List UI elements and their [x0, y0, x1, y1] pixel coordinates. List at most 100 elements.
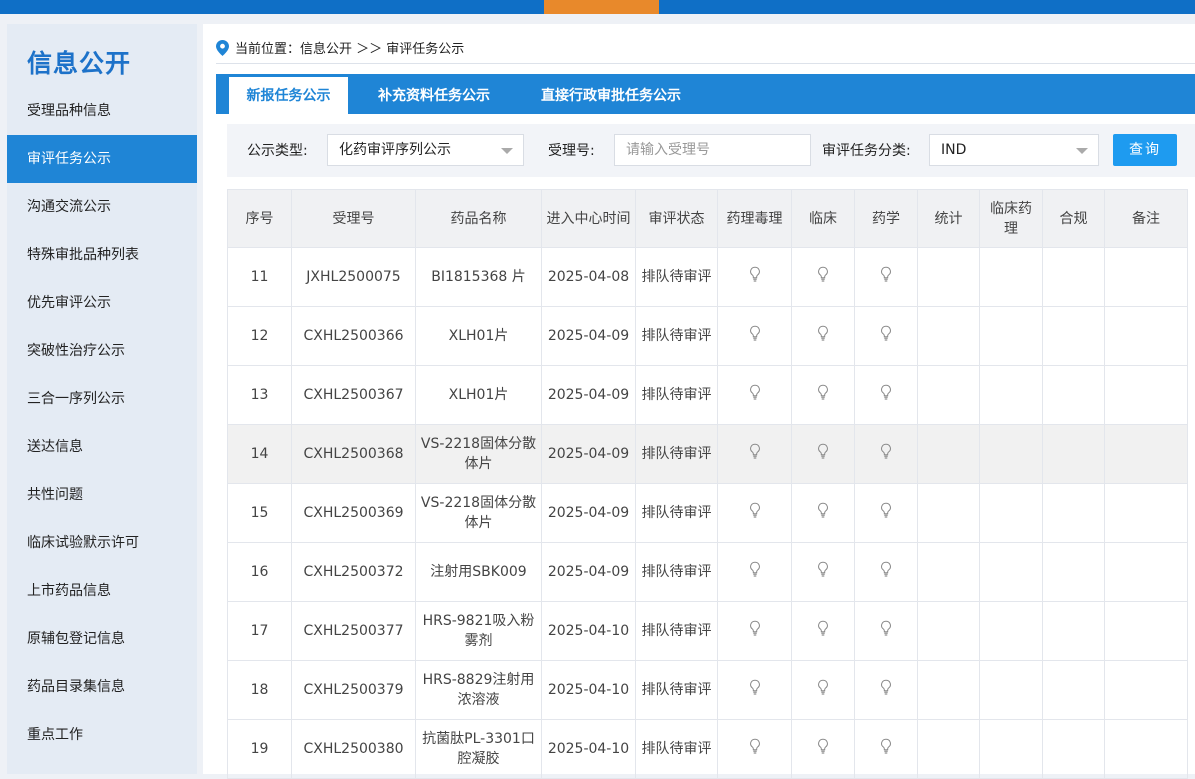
- sidebar-item-breakthrough[interactable]: 突破性治疗公示: [7, 327, 197, 375]
- col-header-clinical: 临床: [791, 189, 855, 248]
- col-header-drug-name: 药品名称: [415, 189, 542, 248]
- cell-compliance: [1042, 601, 1105, 661]
- cell-drug-name: XLH01片: [415, 365, 542, 425]
- cell-pharmacy: [854, 424, 918, 484]
- cell-pharmacy: [854, 601, 918, 661]
- cell-drug-name: BI1815368 片: [415, 247, 542, 307]
- cell-acceptance-number: CXHL2500377: [291, 601, 416, 661]
- tab-bar: 新报任务公示 补充资料任务公示 直接行政审批任务公示: [216, 74, 1195, 114]
- cell-compliance: [1042, 660, 1105, 720]
- category-select[interactable]: IND: [929, 134, 1099, 166]
- cell-statistics: [917, 483, 980, 543]
- cell-entry-time: 2025-04-09: [541, 483, 636, 543]
- sidebar-item-special-approval[interactable]: 特殊审批品种列表: [7, 231, 197, 279]
- cell-pharmacy: [854, 483, 918, 543]
- cell-index: 14: [227, 424, 292, 484]
- table-body: 11 JXHL2500075 BI1815368 片 2025-04-08 排队待审评 1…: [227, 247, 1188, 779]
- lightbulb-icon: [818, 443, 828, 459]
- tab-direct-approval-tasks[interactable]: 直接行政审批任务公示: [541, 74, 681, 114]
- col-header-acceptance-number: 受理号: [291, 189, 416, 248]
- cell-pharmacy: [854, 719, 918, 779]
- category-label: 审评任务分类:: [822, 143, 911, 159]
- sidebar-item-priority-review[interactable]: 优先审评公示: [7, 279, 197, 327]
- cell-review-status: 排队待审评: [635, 601, 718, 661]
- filter-bar: 公示类型: 化药审评序列公示 受理号: 请输入受理号 审评任务分类: IND 查…: [227, 124, 1195, 177]
- lightbulb-icon: [818, 738, 828, 754]
- table-row: 11 JXHL2500075 BI1815368 片 2025-04-08 排队待审评: [227, 247, 1188, 307]
- cell-statistics: [917, 660, 980, 720]
- cell-clinical-pharmacology: [979, 483, 1043, 543]
- cell-entry-time: 2025-04-08: [541, 247, 636, 307]
- cell-remarks: [1104, 542, 1188, 602]
- cell-entry-time: 2025-04-09: [541, 542, 636, 602]
- cell-pharmacology-toxicology: [717, 306, 792, 366]
- cell-statistics: [917, 424, 980, 484]
- sidebar-item-key-work[interactable]: 重点工作: [7, 711, 197, 759]
- cell-clinical: [791, 306, 855, 366]
- query-button[interactable]: 查询: [1113, 134, 1177, 166]
- type-label: 公示类型:: [247, 143, 308, 159]
- table-row: 18 CXHL2500379 HRS-8829注射用浓溶液 2025-04-10 排队待…: [227, 660, 1188, 720]
- breadcrumb-text: 当前位置：信息公开 ＞＞ 审评任务公示: [235, 42, 465, 57]
- lightbulb-icon: [749, 325, 760, 341]
- lightbulb-icon: [818, 266, 828, 282]
- sidebar-item-communication[interactable]: 沟通交流公示: [7, 183, 197, 231]
- type-select[interactable]: 化药审评序列公示: [327, 134, 524, 166]
- cell-entry-time: 2025-04-10: [541, 601, 636, 661]
- cell-remarks: [1104, 719, 1188, 779]
- table-row: 12 CXHL2500366 XLH01片 2025-04-09 排队待审评: [227, 306, 1188, 366]
- cell-pharmacology-toxicology: [717, 424, 792, 484]
- cell-compliance: [1042, 306, 1105, 366]
- sidebar-item-three-in-one[interactable]: 三合一序列公示: [7, 375, 197, 423]
- lightbulb-icon: [818, 620, 828, 636]
- acceptance-number-input[interactable]: 请输入受理号: [614, 134, 811, 166]
- table-row: 17 CXHL2500377 HRS-9821吸入粉雾剂 2025-04-10 排队待审…: [227, 601, 1188, 661]
- top-banner: [0, 0, 1195, 14]
- tab-new-tasks[interactable]: 新报任务公示: [229, 77, 348, 114]
- sidebar-item-common-issues[interactable]: 共性问题: [7, 471, 197, 519]
- sidebar-item-clinical-permission[interactable]: 临床试验默示许可: [7, 519, 197, 567]
- cell-index: 18: [227, 660, 292, 720]
- cell-pharmacology-toxicology: [717, 542, 792, 602]
- cell-compliance: [1042, 247, 1105, 307]
- cell-clinical: [791, 719, 855, 779]
- cell-clinical-pharmacology: [979, 601, 1043, 661]
- col-header-index: 序号: [227, 189, 292, 248]
- lightbulb-icon: [818, 384, 828, 400]
- cell-index: 11: [227, 247, 292, 307]
- cell-clinical-pharmacology: [979, 542, 1043, 602]
- sidebar-item-delivery[interactable]: 送达信息: [7, 423, 197, 471]
- cell-acceptance-number: CXHL2500380: [291, 719, 416, 779]
- cell-statistics: [917, 247, 980, 307]
- cell-entry-time: 2025-04-10: [541, 660, 636, 720]
- sidebar-item-drug-catalog[interactable]: 药品目录集信息: [7, 663, 197, 711]
- lightbulb-icon: [881, 443, 891, 459]
- cell-entry-time: 2025-04-10: [541, 719, 636, 779]
- sidebar-item-excipient-registration[interactable]: 原辅包登记信息: [7, 615, 197, 663]
- cell-remarks: [1104, 601, 1188, 661]
- cell-remarks: [1104, 660, 1188, 720]
- lightbulb-icon: [749, 679, 760, 695]
- location-pin-icon: [216, 39, 229, 56]
- sidebar-item-marketed-drugs[interactable]: 上市药品信息: [7, 567, 197, 615]
- cell-pharmacology-toxicology: [717, 483, 792, 543]
- col-header-clinical-pharmacology: 临床药理: [979, 189, 1043, 248]
- lightbulb-icon: [818, 561, 828, 577]
- cell-remarks: [1104, 247, 1188, 307]
- tab-supplementary-tasks[interactable]: 补充资料任务公示: [378, 74, 490, 114]
- cell-pharmacology-toxicology: [717, 365, 792, 425]
- cell-review-status: 排队待审评: [635, 542, 718, 602]
- cell-acceptance-number: CXHL2500369: [291, 483, 416, 543]
- col-header-review-status: 审评状态: [635, 189, 718, 248]
- sidebar-item-review-tasks[interactable]: 审评任务公示: [7, 135, 197, 183]
- cell-entry-time: 2025-04-09: [541, 424, 636, 484]
- cell-clinical-pharmacology: [979, 424, 1043, 484]
- chevron-down-icon: [501, 148, 513, 154]
- cell-review-status: 排队待审评: [635, 306, 718, 366]
- cell-pharmacy: [854, 542, 918, 602]
- sidebar-item-accepted-varieties[interactable]: 受理品种信息: [7, 87, 197, 135]
- cell-drug-name: HRS-8829注射用浓溶液: [415, 660, 542, 720]
- cell-review-status: 排队待审评: [635, 424, 718, 484]
- col-header-pharmacology-toxicology: 药理毒理: [717, 189, 792, 248]
- cell-index: 15: [227, 483, 292, 543]
